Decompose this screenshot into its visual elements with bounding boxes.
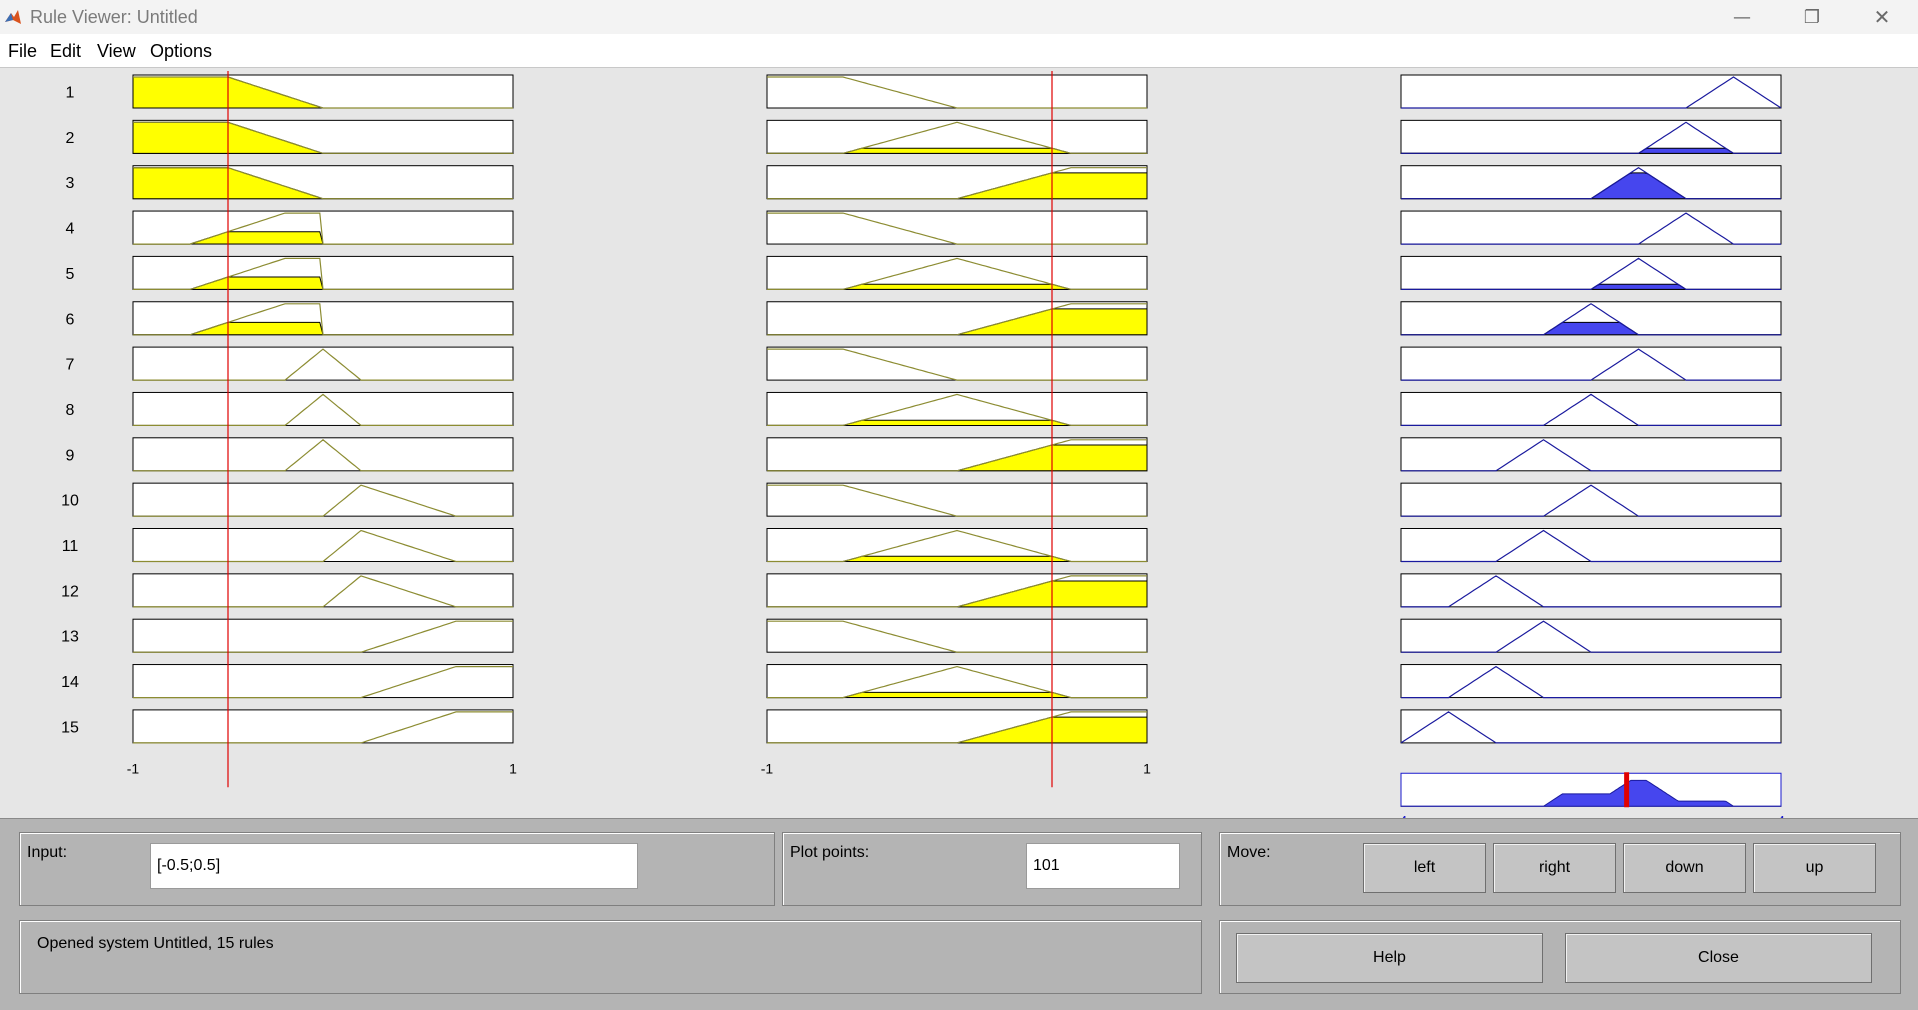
input-field[interactable]: [-0.5;0.5] [150, 843, 638, 889]
rule-13-in2-box [766, 618, 1148, 653]
rule-plot-area: 123456789101112131415-11-11-44 [61, 71, 1785, 818]
rule-number-1: 1 [66, 85, 75, 102]
move-down-button[interactable]: down [1623, 843, 1746, 893]
rule-8-in1-box [132, 391, 514, 426]
rule-number-12: 12 [61, 583, 79, 600]
control-panel: Input: [-0.5;0.5] Plot points: 101 Move:… [0, 818, 1918, 1010]
move-label: Move: [1227, 844, 1271, 861]
rule-4-out-box [1400, 210, 1782, 245]
rule-3-out-box [1400, 165, 1782, 200]
rule-number-11: 11 [62, 538, 79, 555]
rule-number-8: 8 [66, 402, 75, 419]
input1-tick-max: 1 [509, 760, 517, 776]
close-button[interactable]: Close [1565, 933, 1872, 983]
rule-9-in1-box [132, 437, 514, 472]
rule-number-5: 5 [66, 266, 75, 283]
rule-number-15: 15 [61, 719, 79, 736]
rule-9-out-box [1400, 437, 1782, 472]
move-up-button[interactable]: up [1753, 843, 1876, 893]
rule-number-7: 7 [66, 357, 75, 374]
rule-13-out-box [1400, 618, 1782, 653]
move-left-button[interactable]: left [1363, 843, 1486, 893]
rule-11-out-box [1400, 528, 1782, 562]
rule-10-in1-box [132, 482, 514, 517]
rule-7-in1-box [132, 346, 514, 381]
rule-4-in2-box [766, 210, 1148, 245]
rule-13-in1-box [132, 618, 514, 653]
rule-12-in1-box [132, 573, 514, 608]
plot-points-field[interactable]: 101 [1026, 843, 1180, 889]
rule-number-10: 10 [61, 493, 79, 510]
input2-tick-max: 1 [1143, 760, 1151, 776]
status-frame: Opened system Untitled, 15 rules [19, 920, 1202, 994]
rule-1-in2-box [766, 74, 1148, 109]
rule-number-13: 13 [61, 629, 79, 646]
input2-tick-min: -1 [761, 760, 774, 776]
rule-number-2: 2 [66, 130, 75, 147]
rule-number-9: 9 [66, 447, 75, 464]
rule-number-4: 4 [66, 221, 75, 238]
move-frame: Move: left right down up [1219, 832, 1901, 906]
rule-8-out-box [1400, 391, 1782, 426]
help-button[interactable]: Help [1236, 933, 1543, 983]
move-right-button[interactable]: right [1493, 843, 1616, 893]
input-label: Input: [27, 844, 68, 861]
rule-5-out-box [1400, 255, 1782, 290]
rule-15-out-box [1400, 709, 1782, 744]
rule-7-in2-box [766, 346, 1148, 381]
rule-number-3: 3 [66, 175, 75, 192]
input-frame: Input: [-0.5;0.5] [19, 832, 775, 906]
rule-15-in1-box [132, 709, 514, 744]
rule-7-out-box [1400, 346, 1782, 381]
plot-points-frame: Plot points: 101 [782, 832, 1202, 906]
rule-1-out-box [1400, 74, 1782, 109]
plot-points-label: Plot points: [790, 844, 870, 861]
input1-tick-min: -1 [127, 760, 140, 776]
rule-number-6: 6 [66, 311, 75, 328]
help-close-frame: Help Close [1219, 920, 1901, 994]
rule-11-in1-box [132, 528, 514, 562]
status-text: Opened system Untitled, 15 rules [37, 935, 274, 952]
rule-number-14: 14 [61, 674, 79, 691]
rule-14-in1-box [132, 664, 514, 699]
rule-10-out-box [1400, 482, 1782, 517]
rule-10-in2-box [766, 482, 1148, 517]
rule-14-out-box [1400, 664, 1782, 699]
rule-12-out-box [1400, 573, 1782, 608]
